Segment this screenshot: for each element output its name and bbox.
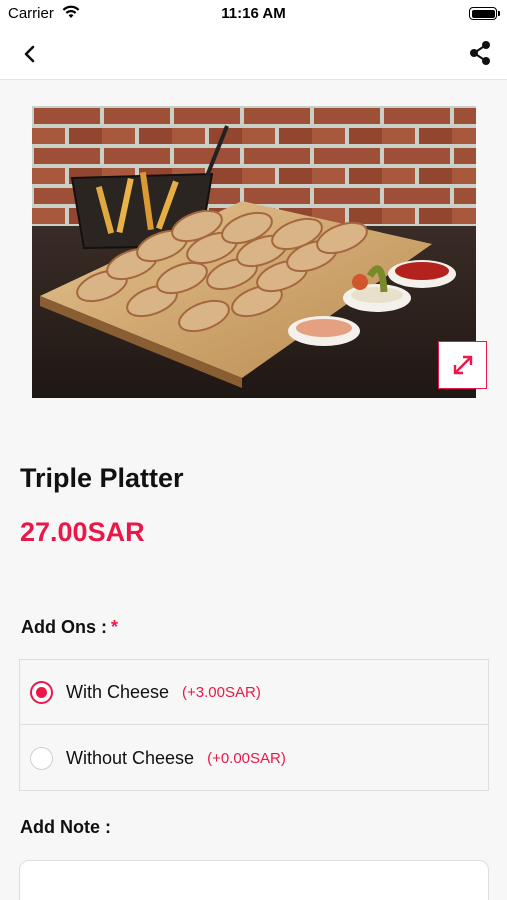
- expand-icon: [453, 355, 472, 375]
- addon-option-with-cheese[interactable]: With Cheese (+3.00SAR): [20, 660, 488, 725]
- expand-image-button[interactable]: [438, 341, 487, 389]
- addon-option-name: Without Cheese: [66, 748, 195, 768]
- product-photo[interactable]: [32, 106, 476, 398]
- addon-option-name: With Cheese: [66, 681, 170, 702]
- addon-option-without-cheese[interactable]: Without Cheese (+0.00SAR): [20, 726, 488, 791]
- chevron-left-icon: [24, 45, 35, 63]
- platter-photo: [32, 106, 476, 398]
- battery-icon: [469, 7, 500, 20]
- share-button[interactable]: [465, 38, 495, 68]
- radio-button[interactable]: [30, 747, 53, 770]
- addons-option-list: With Cheese (+3.00SAR) Without Cheese (+…: [19, 659, 489, 791]
- radio-button-selected[interactable]: [30, 680, 53, 704]
- required-mark: *: [111, 617, 119, 637]
- share-icon: [470, 41, 490, 65]
- addon-option-price: (+3.00SAR): [182, 683, 261, 701]
- product-price: 27.00SAR: [20, 517, 145, 547]
- note-input[interactable]: [19, 860, 489, 900]
- clock: 11:16 AM: [221, 5, 286, 22]
- back-button[interactable]: [14, 40, 44, 68]
- navigation-bar: [0, 28, 507, 80]
- addons-heading: Add Ons : *: [21, 617, 118, 638]
- product-title: Triple Platter: [20, 463, 184, 493]
- addons-label: Add Ons :: [21, 617, 107, 637]
- addon-option-price: (+0.00SAR): [207, 750, 286, 767]
- note-label: Add Note :: [20, 817, 111, 837]
- status-bar: Carrier 11:16 AM: [0, 0, 507, 28]
